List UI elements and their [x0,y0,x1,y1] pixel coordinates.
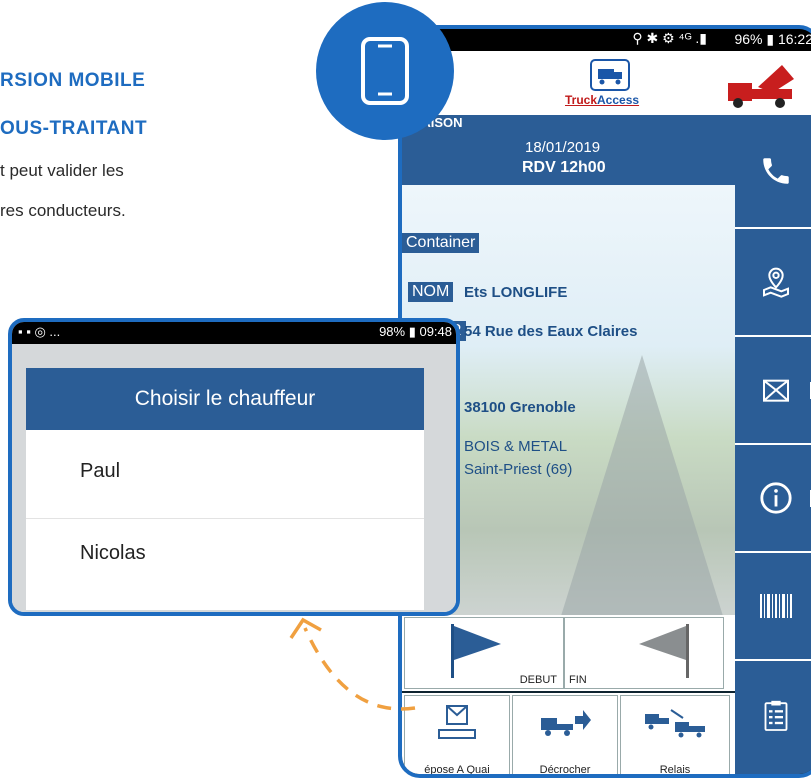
driver-option[interactable]: Paul [80,460,120,483]
truck-relay-icon [645,709,705,738]
popup-status-right: 98% ▮ 09:48 [379,324,452,339]
status-flags: DEBUT FIN [402,615,735,691]
phone-icon [763,158,789,184]
grey-flag-icon [639,624,689,678]
relay-button[interactable]: Relais [620,695,730,776]
client-name: Ets LONGLIFE [464,284,568,301]
shipper-city: Saint-Priest (69) [464,461,573,478]
app-header: TruckAccess [402,51,811,115]
divider [26,518,424,519]
driver-option[interactable]: Nicolas [80,542,146,565]
end-flag-button[interactable]: FIN [564,617,724,689]
start-label: DEBUT [519,674,557,686]
dashed-arrow-icon [289,617,416,711]
status-bar: 96% ▮ 16:22 ⚲ ✱ ⚙ ⁴ᴳ .▮ [402,29,811,51]
location-icon: ⚲ ✱ ⚙ ⁴ᴳ .▮ [632,30,707,46]
shipper-name: BOIS & METAL [464,438,568,455]
app-logo-text: TruckAccess [565,93,639,107]
map-button[interactable] [735,229,811,337]
dialog-title: Choisir le chauffeur [26,368,424,430]
scan-button[interactable] [735,553,811,661]
end-label: FIN [569,674,587,686]
clipboard-icon [764,700,788,731]
road-background-image [552,355,732,645]
action-bar: épose A Quai Décrocher Relais [402,693,735,776]
info-button[interactable]: 1 [735,445,811,553]
barcode-icon [760,594,792,618]
driver-list: Paul Nicolas [26,430,424,610]
delivery-header: RAISON 18/01/2019 RDV 12h00 [402,115,735,185]
call-button[interactable] [735,115,811,229]
map-pin-icon [763,267,789,298]
container-label: Container [402,233,480,253]
red-truck-icon[interactable] [724,59,796,111]
appointment-time: RDV 12h00 [522,159,606,176]
popup-status-bar: ▪ ▪ ◎ ... 98% ▮ 09:48 [12,322,456,344]
info-icon [760,482,792,514]
blue-flag-icon [451,624,501,678]
popup-status-left: ▪ ▪ ◎ ... [18,324,61,339]
packages-button[interactable]: 1 [735,337,811,445]
address: 54 Rue des Eaux Claires [464,323,638,340]
truck-access-logo-icon [590,59,630,91]
smartphone-icon [361,37,409,105]
logo-part-2: Access [597,93,640,107]
start-flag-button[interactable]: DEBUT [404,617,564,689]
nom-label: NOM [408,282,454,302]
mobile-badge [316,2,454,140]
unhook-button[interactable]: Décrocher [512,695,618,776]
relay-label: Relais [659,764,691,776]
sidebar: 1 1 [735,115,811,774]
description-line-2: res conducteurs. [0,201,126,220]
dock-drop-label: épose A Quai [424,764,490,776]
checklist-button[interactable] [735,661,811,771]
headline-line-2: OUS-TRAITANT [0,118,148,139]
dock-box-icon [438,705,476,739]
headline-line-1: RSION MOBILE [0,70,146,91]
delivery-date: 18/01/2019 [525,139,601,156]
unhook-label: Décrocher [539,764,591,776]
city: 38100 Grenoble [464,399,576,416]
logo-part-1: Truck [565,93,598,107]
status-info: 96% ▮ 16:22 [734,31,811,47]
description-line-1: t peut valider les [0,161,124,180]
truck-unhook-icon [541,710,591,736]
box-icon [763,379,789,402]
driver-picker-screenshot: ▪ ▪ ◎ ... 98% ▮ 09:48 Choisir le chauffe… [8,318,460,616]
